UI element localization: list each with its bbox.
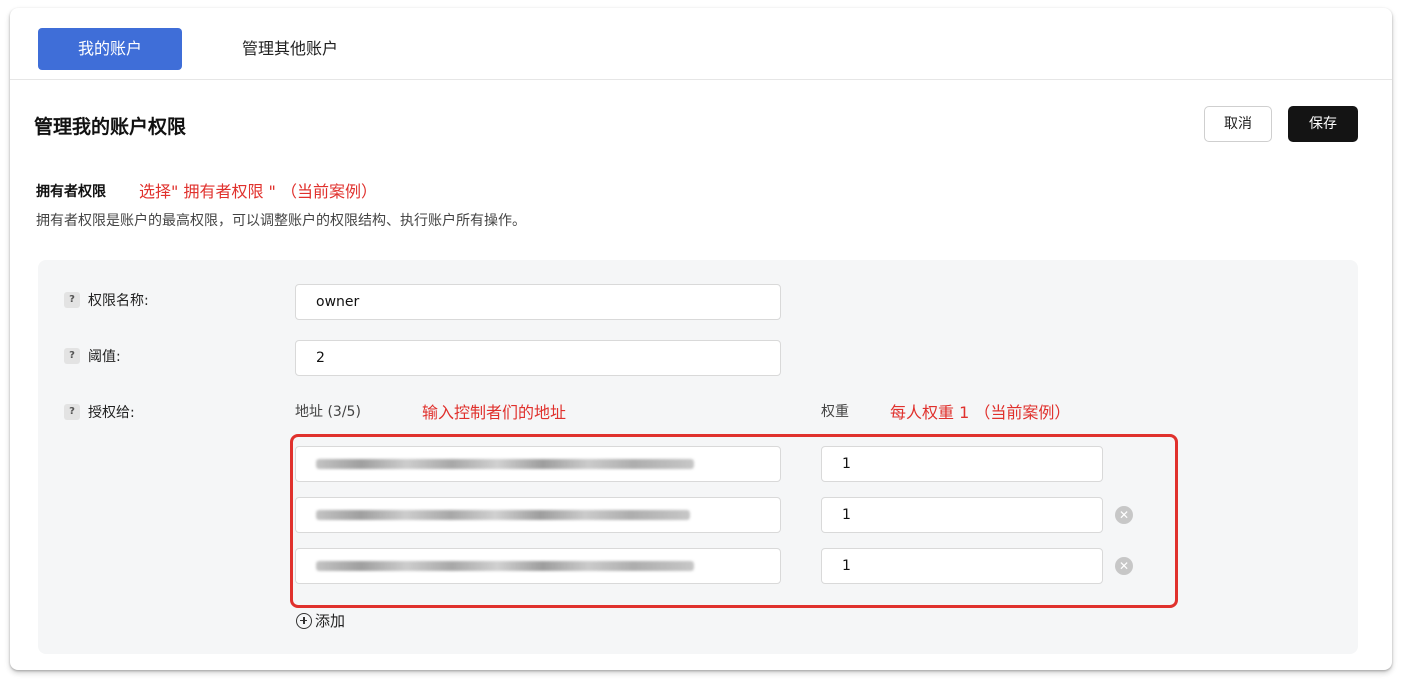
authorize-label-text: 授权给: [88, 405, 135, 421]
account-tabs: 我的账户 管理其他账户 [10, 8, 1392, 80]
question-icon[interactable]: ? [64, 348, 80, 364]
tab-manage-other-accounts[interactable]: 管理其他账户 [210, 28, 370, 70]
annotation-select-owner: 选择" 拥有者权限 " （当前案例） [139, 182, 377, 201]
threshold-label-text: 阈值: [88, 349, 121, 365]
remove-circle-icon[interactable]: ✕ [1115, 506, 1133, 524]
threshold-label: ? 阈值: [64, 346, 121, 366]
address-column-header: 地址 (3/5) [295, 404, 361, 420]
weight-column-header: 权重 [821, 404, 849, 420]
threshold-input[interactable]: 2 [295, 340, 781, 376]
weight-input[interactable]: 1 [821, 446, 1103, 482]
redacted-address [316, 459, 694, 469]
permission-form-panel: ? 权限名称: owner ? 阈值: 2 ? 授权给: 地址 (3/5) 输入… [38, 260, 1358, 654]
page-title: 管理我的账户权限 [34, 116, 187, 138]
permission-name-input[interactable]: owner [295, 284, 781, 320]
save-button[interactable]: 保存 [1288, 106, 1358, 142]
add-label: 添加 [315, 612, 346, 630]
redacted-address [316, 561, 694, 571]
remove-circle-icon[interactable]: ✕ [1115, 557, 1133, 575]
question-icon[interactable]: ? [64, 292, 80, 308]
permission-name-label-text: 权限名称: [88, 293, 149, 309]
add-authorizer-button[interactable]: 添加 [296, 610, 345, 631]
address-input[interactable] [295, 548, 781, 584]
annotation-enter-addresses: 输入控制者们的地址 [422, 403, 567, 422]
address-input[interactable] [295, 497, 781, 533]
account-permissions-card: 我的账户 管理其他账户 管理我的账户权限 取消 保存 拥有者权限 选择" 拥有者… [10, 8, 1392, 670]
permission-name-label: ? 权限名称: [64, 290, 149, 310]
question-icon[interactable]: ? [64, 404, 80, 420]
authorize-label: ? 授权给: [64, 402, 135, 422]
owner-permission-description: 拥有者权限是账户的最高权限，可以调整账户的权限结构、执行账户所有操作。 [36, 213, 526, 229]
cancel-button[interactable]: 取消 [1204, 106, 1272, 142]
weight-input[interactable]: 1 [821, 497, 1103, 533]
tab-my-account[interactable]: 我的账户 [38, 28, 182, 70]
owner-permission-title: 拥有者权限 [36, 184, 106, 200]
address-input[interactable] [295, 446, 781, 482]
plus-circle-icon [296, 612, 312, 629]
redacted-address [316, 510, 690, 520]
annotation-weight-each: 每人权重 1 （当前案例） [890, 403, 1071, 422]
weight-input[interactable]: 1 [821, 548, 1103, 584]
